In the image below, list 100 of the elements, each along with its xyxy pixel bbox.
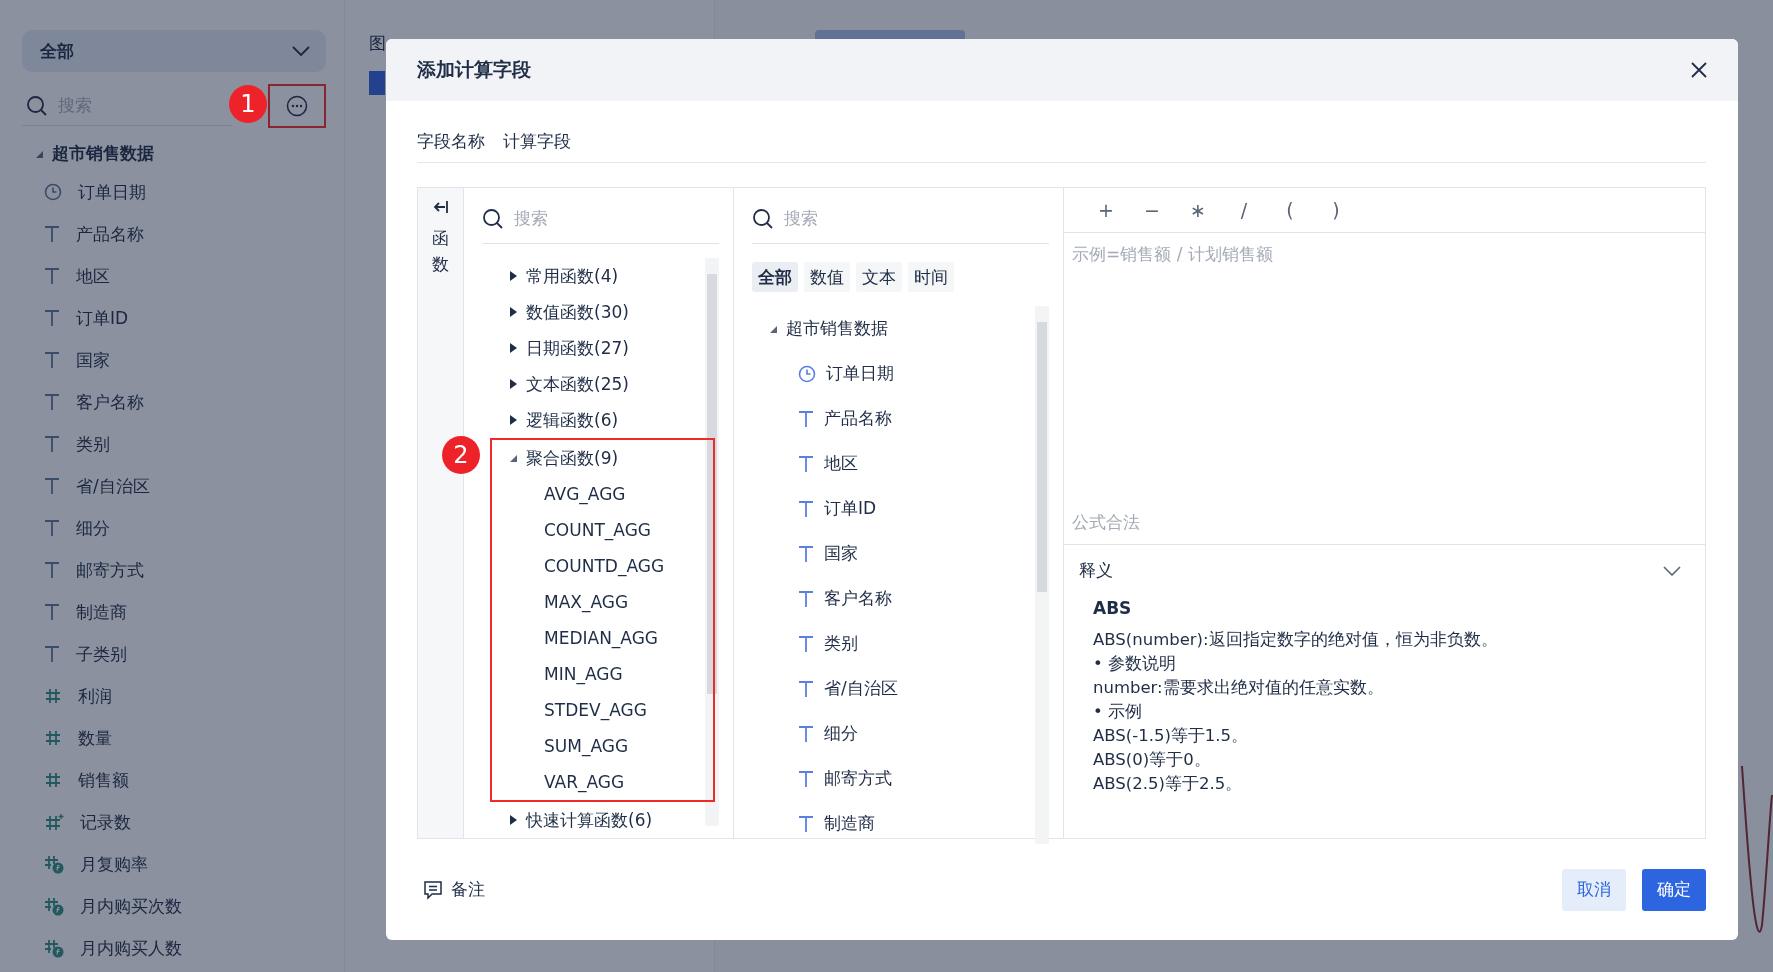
function-category[interactable]: 常用函数(4) xyxy=(482,258,705,294)
function-name: ABS xyxy=(1093,598,1133,618)
text-type-icon xyxy=(44,393,60,411)
definition-text: ABS(2.5)等于2.5。 xyxy=(1093,773,1244,795)
collapsed-triangle-icon[interactable] xyxy=(508,307,518,317)
field-item[interactable]: 细分 xyxy=(752,711,1035,756)
function-item[interactable]: COUNT_AGG xyxy=(492,512,713,548)
collapse-left-icon[interactable] xyxy=(432,200,449,214)
note-button[interactable]: 备注 xyxy=(423,878,485,901)
function-category[interactable]: 数值函数(30) xyxy=(482,294,705,330)
field-item[interactable]: 类别 xyxy=(752,621,1035,666)
definition-text: number:需要求出绝对值的任意实数。 xyxy=(1093,677,1385,699)
field-item[interactable]: 地区 xyxy=(752,441,1035,486)
field-item[interactable]: 邮寄方式 xyxy=(752,756,1035,801)
field-item[interactable]: 类别 xyxy=(22,423,326,465)
hash-function-icon xyxy=(44,938,64,958)
collapsed-triangle-icon[interactable] xyxy=(508,415,518,425)
function-item[interactable]: MEDIAN_AGG xyxy=(492,620,713,656)
function-category[interactable]: 文本函数(25) xyxy=(482,366,705,402)
operator-button[interactable]: / xyxy=(1232,199,1256,221)
text-type-icon xyxy=(798,769,814,788)
hash-function-icon xyxy=(44,854,64,874)
field-item[interactable]: 订单ID xyxy=(752,486,1035,531)
cancel-button[interactable]: 取消 xyxy=(1562,868,1626,911)
scrollbar[interactable] xyxy=(1035,306,1049,844)
field-item[interactable]: 细分 xyxy=(22,507,326,549)
text-type-icon xyxy=(44,603,60,621)
function-item[interactable]: STDEV_AGG xyxy=(492,692,713,728)
field-item[interactable]: 订单ID xyxy=(22,297,326,339)
function-item[interactable]: VAR_AGG xyxy=(492,764,713,800)
dataset-title[interactable]: 超市销售数据 xyxy=(752,306,1035,351)
definition-text: ABS(-1.5)等于1.5。 xyxy=(1093,725,1250,747)
panel-title: 图 xyxy=(369,32,387,55)
text-type-icon xyxy=(798,409,814,428)
field-item[interactable]: 订单日期 xyxy=(752,351,1035,396)
field-item[interactable]: 制造商 xyxy=(752,801,1035,846)
function-item[interactable]: COUNTD_AGG xyxy=(492,548,713,584)
confirm-button[interactable]: 确定 xyxy=(1642,868,1706,911)
field-item[interactable]: 邮寄方式 xyxy=(22,549,326,591)
operator-button[interactable]: ∗ xyxy=(1186,199,1210,221)
field-item[interactable]: 国家 xyxy=(752,531,1035,576)
function-category[interactable]: 聚合函数(9) xyxy=(492,440,713,476)
field-item[interactable]: 订单日期 xyxy=(22,171,326,213)
field-item[interactable]: 产品名称 xyxy=(752,396,1035,441)
function-category[interactable]: 快速计算函数(6) xyxy=(482,802,705,838)
field-item[interactable]: 国家 xyxy=(22,339,326,381)
scope-dropdown[interactable]: 全部 xyxy=(22,30,326,72)
dataset-title[interactable]: 超市销售数据 xyxy=(34,142,326,165)
collapsed-triangle-icon[interactable] xyxy=(508,815,518,825)
chevron-down-icon[interactable] xyxy=(1663,565,1681,576)
search-icon xyxy=(26,94,48,117)
field-item[interactable]: 客户名称 xyxy=(22,381,326,423)
collapsed-triangle-icon[interactable] xyxy=(508,271,518,281)
field-item[interactable]: 地区 xyxy=(22,255,326,297)
operator-button[interactable]: ( xyxy=(1278,199,1302,221)
text-type-icon xyxy=(798,634,814,653)
text-type-icon xyxy=(44,309,60,327)
function-item[interactable]: AVG_AGG xyxy=(492,476,713,512)
function-category[interactable]: 日期函数(27) xyxy=(482,330,705,366)
field-item[interactable]: 数量 xyxy=(22,717,326,759)
field-item[interactable]: 记录数 xyxy=(22,801,326,843)
filter-tab[interactable]: 全部 xyxy=(752,262,798,292)
expanded-triangle-icon[interactable] xyxy=(508,453,518,463)
field-item[interactable]: 制造商 xyxy=(22,591,326,633)
field-item[interactable]: 月内购买人数 xyxy=(22,927,326,969)
operator-button[interactable]: ) xyxy=(1324,199,1348,221)
scrollbar[interactable] xyxy=(705,258,719,826)
filter-tab[interactable]: 数值 xyxy=(804,262,850,292)
function-item[interactable]: SUM_AGG xyxy=(492,728,713,764)
text-type-icon xyxy=(798,544,814,563)
field-name-input[interactable]: 计算字段 xyxy=(503,130,571,153)
step-badge: 2 xyxy=(442,436,480,474)
field-item[interactable]: 产品名称 xyxy=(22,213,326,255)
chevron-down-icon xyxy=(292,46,310,56)
operator-button[interactable]: − xyxy=(1140,199,1164,221)
definition-title: 释义 xyxy=(1079,559,1113,582)
field-item[interactable]: 利润 xyxy=(22,675,326,717)
operator-button[interactable]: + xyxy=(1094,199,1118,221)
close-button[interactable] xyxy=(1690,61,1708,79)
field-item[interactable]: 销售额 xyxy=(22,759,326,801)
hash-icon xyxy=(44,771,62,789)
field-item[interactable]: 省/自治区 xyxy=(22,465,326,507)
text-type-icon xyxy=(798,454,814,473)
collapsed-triangle-icon[interactable] xyxy=(508,379,518,389)
field-item[interactable]: 客户名称 xyxy=(752,576,1035,621)
function-category[interactable]: 逻辑函数(6) xyxy=(482,402,705,438)
field-item[interactable]: 子类别 xyxy=(22,633,326,675)
functions-tab[interactable]: 函数 xyxy=(432,226,449,277)
text-type-icon xyxy=(44,267,60,285)
field-item[interactable]: 月复购率 xyxy=(22,843,326,885)
text-type-icon xyxy=(798,499,814,518)
definition-text: ABS(number):返回指定数字的绝对值，恒为非负数。 xyxy=(1093,629,1499,651)
field-item[interactable]: 省/自治区 xyxy=(752,666,1035,711)
text-type-icon xyxy=(44,519,60,537)
filter-tab[interactable]: 文本 xyxy=(856,262,902,292)
field-item[interactable]: 月内购买次数 xyxy=(22,885,326,927)
function-item[interactable]: MAX_AGG xyxy=(492,584,713,620)
function-item[interactable]: MIN_AGG xyxy=(492,656,713,692)
collapsed-triangle-icon[interactable] xyxy=(508,343,518,353)
filter-tab[interactable]: 时间 xyxy=(908,262,954,292)
